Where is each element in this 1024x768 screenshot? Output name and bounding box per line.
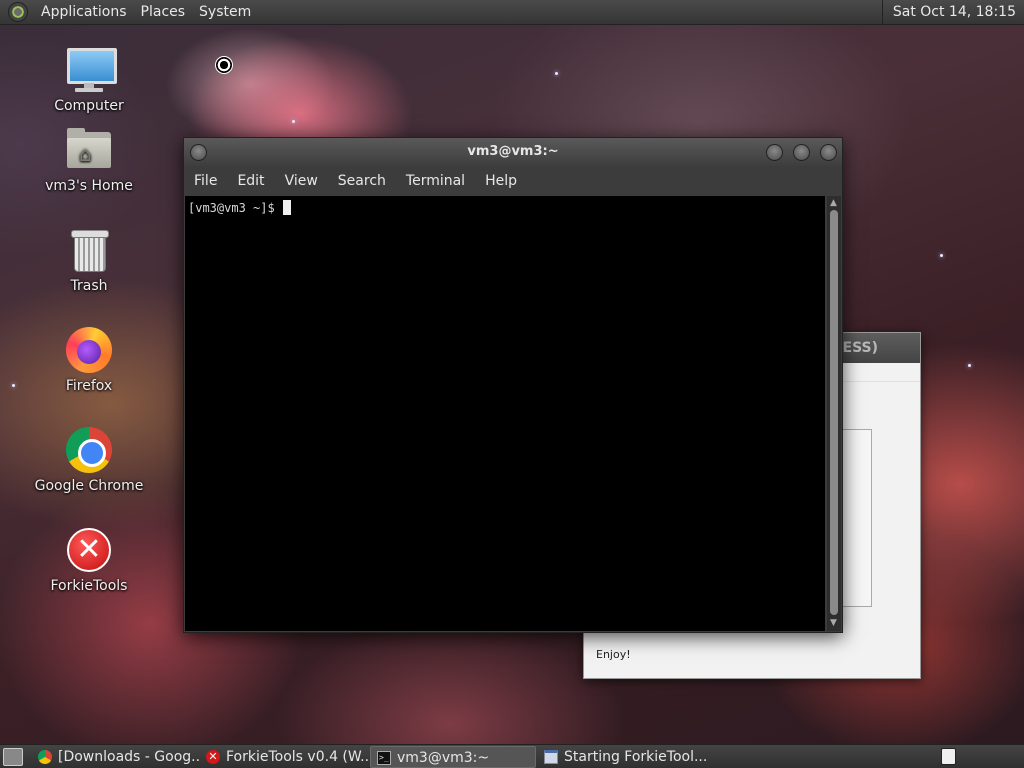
window-menu-button[interactable] [190,144,207,161]
star-decoration [12,384,15,387]
distro-logo-icon[interactable] [8,2,28,22]
menu-edit[interactable]: Edit [227,166,274,196]
terminal-output-area[interactable]: [vm3@vm3 ~]$ [185,196,825,631]
terminal-titlebar[interactable]: vm3@vm3:~ [184,138,842,166]
busy-cursor-icon [215,56,233,74]
desktop-icon-computer[interactable]: Computer [34,46,144,114]
taskbar-item-forkietools[interactable]: ✕ ForkieTools v0.4 (W... [200,746,368,768]
terminal-menubar: File Edit View Search Terminal Help [184,166,842,196]
desktop-icon-label: vm3's Home [45,178,133,194]
terminal-scrollbar[interactable]: ▲ ▼ [827,196,841,631]
desktop-icon-label: Google Chrome [34,478,144,494]
desktop-icon-label: Computer [54,98,124,114]
forkietools-icon: ✕ [206,750,220,764]
show-desktop-icon[interactable] [3,748,23,766]
menu-search[interactable]: Search [328,166,396,196]
taskbar-item-terminal[interactable]: >_ vm3@vm3:~ [370,746,536,768]
menu-terminal[interactable]: Terminal [396,166,475,196]
clock[interactable]: Sat Oct 14, 18:15 [881,0,1024,24]
desktop-icon-label: ForkieTools [50,578,128,594]
star-decoration [292,120,295,123]
chrome-icon [38,750,52,764]
taskbar-item-chrome[interactable]: [Downloads - Goog... [32,746,200,768]
trash-icon [65,226,113,274]
taskbar-item-label: Starting ForkieTool... [564,749,706,765]
scroll-up-arrow-icon[interactable]: ▲ [830,198,837,208]
desktop-icon-label: Trash [70,278,108,294]
close-button[interactable] [820,144,837,161]
menu-applications[interactable]: Applications [34,0,134,24]
taskbar-item-label: [Downloads - Goog... [58,749,200,765]
computer-icon [65,46,117,94]
desktop-icon-forkietools[interactable]: ✕ ForkieTools [34,526,144,594]
menu-file[interactable]: File [184,166,227,196]
terminal-icon: >_ [377,751,391,765]
menu-system[interactable]: System [192,0,258,24]
text-cursor [282,200,291,215]
forkietools-icon: ✕ [65,526,113,574]
menu-places[interactable]: Places [134,0,193,24]
desktop-icon-trash[interactable]: Trash [34,226,144,294]
workspace-switcher[interactable] [941,748,956,765]
bottom-taskbar: [Downloads - Goog... ✕ ForkieTools v0.4 … [0,744,1024,768]
terminal-title: vm3@vm3:~ [467,144,559,159]
minimize-button[interactable] [766,144,783,161]
terminal-window[interactable]: vm3@vm3:~ File Edit View Search Terminal… [183,137,843,633]
dialog-footer-text: Enjoy! [596,648,631,661]
window-icon [544,750,558,764]
star-decoration [940,254,943,257]
desktop-icon-chrome[interactable]: Google Chrome [34,426,144,494]
menu-view[interactable]: View [275,166,328,196]
prompt-line: [vm3@vm3 ~]$ [188,200,291,215]
maximize-button[interactable] [793,144,810,161]
taskbar-item-label: ForkieTools v0.4 (W... [226,749,368,765]
star-decoration [968,364,971,367]
star-decoration [555,72,558,75]
desktop-icon-firefox[interactable]: Firefox [34,326,144,394]
scrollbar-thumb[interactable] [830,210,838,615]
scroll-down-arrow-icon[interactable]: ▼ [830,618,837,628]
shell-prompt: [vm3@vm3 ~]$ [188,201,275,215]
taskbar-item-starting-forkietools[interactable]: Starting ForkieTool... [538,746,706,768]
chrome-icon [65,426,113,474]
desktop-icon-label: Firefox [65,378,113,394]
firefox-icon [65,326,113,374]
home-folder-icon: ⌂ [65,126,113,174]
desktop-icon-home[interactable]: ⌂ vm3's Home [34,126,144,194]
taskbar-item-label: vm3@vm3:~ [397,750,490,766]
top-panel: Applications Places System Sat Oct 14, 1… [0,0,1024,25]
menu-help[interactable]: Help [475,166,527,196]
